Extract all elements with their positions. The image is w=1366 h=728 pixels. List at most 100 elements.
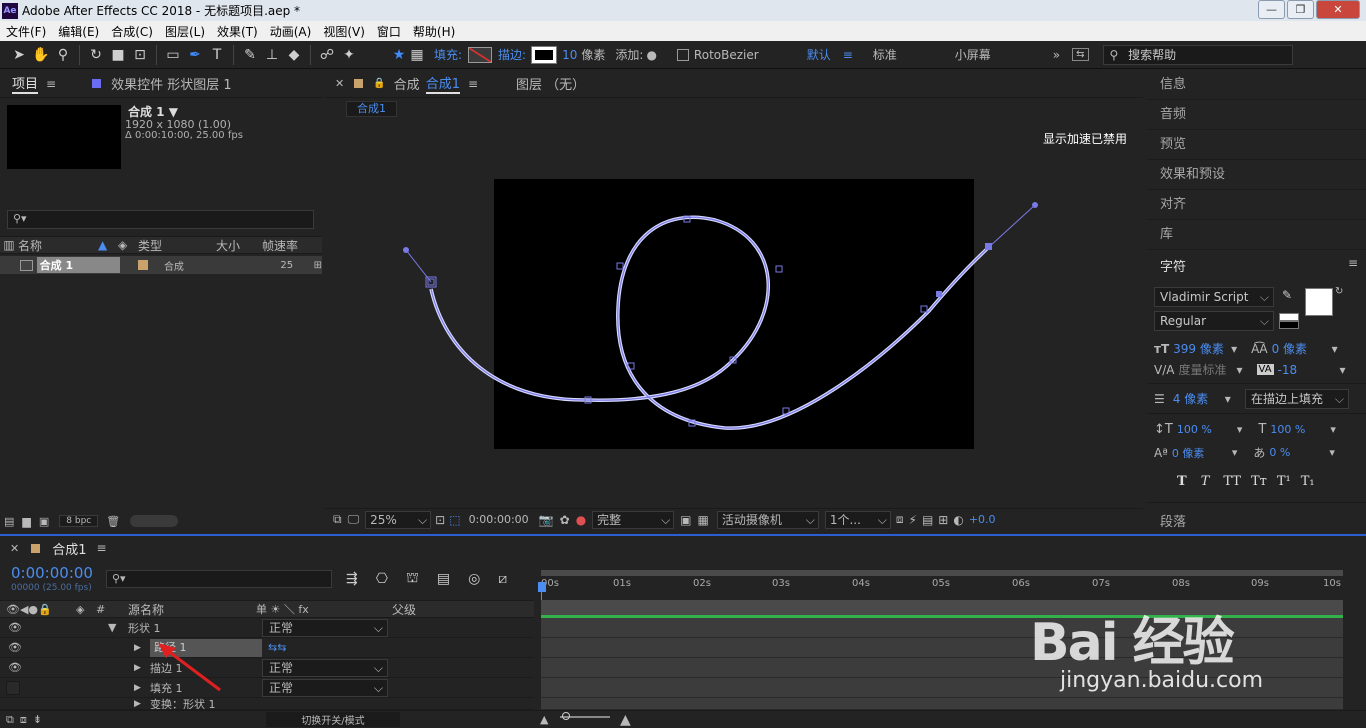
- baseline-shift-value[interactable]: 0 像素: [1172, 445, 1232, 461]
- flowchart-icon[interactable]: ⊞: [938, 513, 948, 527]
- blend-mode-dropdown[interactable]: 正常 ⌵: [262, 678, 388, 697]
- zoom-slider-knob[interactable]: [562, 712, 570, 720]
- exposure-value[interactable]: +0.0: [969, 513, 996, 526]
- stroke-width-value[interactable]: 10: [562, 48, 577, 62]
- fill-swatch[interactable]: [468, 46, 493, 63]
- add-dropdown-icon[interactable]: ●: [646, 48, 656, 62]
- minimize-button[interactable]: —: [1258, 0, 1285, 19]
- workspace-default[interactable]: 默认: [807, 46, 831, 63]
- path-direction-icons[interactable]: ⇆⇆: [268, 641, 286, 654]
- column-source-name[interactable]: 源名称: [128, 601, 256, 618]
- maximize-button[interactable]: ❐: [1287, 0, 1314, 19]
- resolution-dropdown[interactable]: 完整 ⌵: [592, 510, 675, 529]
- font-size-value[interactable]: 399 像素: [1173, 340, 1231, 357]
- viewer-timecode[interactable]: 0:00:00:00: [469, 513, 529, 526]
- stroke-swatch[interactable]: [531, 45, 558, 64]
- paragraph-panel-title[interactable]: 段落: [1147, 502, 1366, 530]
- blend-mode-dropdown[interactable]: 正常 ⌵: [262, 658, 388, 677]
- toggle-pixel-aspect-icon[interactable]: ⧈: [896, 512, 904, 527]
- show-snapshot-icon[interactable]: ✿: [560, 513, 570, 527]
- chevron-down-icon[interactable]: ▾: [1330, 423, 1336, 436]
- shy-layers-icon[interactable]: ⛫: [406, 570, 419, 588]
- playhead-handle[interactable]: [538, 582, 546, 592]
- chevron-down-icon[interactable]: ▾: [1236, 363, 1242, 377]
- layer-row[interactable]: 👁 ▼ 形状 1 正常 ⌵: [0, 618, 534, 638]
- column-size[interactable]: 大小: [216, 237, 262, 254]
- font-family-dropdown[interactable]: Vladimir Script ⌵: [1154, 287, 1274, 307]
- toggle-switches-modes[interactable]: 切换开关/模式: [266, 712, 400, 727]
- label-color-swatch[interactable]: [138, 260, 148, 270]
- stroke-width-value[interactable]: 4 像素: [1173, 390, 1225, 407]
- fast-preview-icon[interactable]: ⚡: [909, 513, 917, 527]
- menu-view[interactable]: 视图(V): [317, 23, 371, 40]
- faux-bold-button[interactable]: T: [1177, 474, 1187, 489]
- camera-dropdown[interactable]: 活动摄像机 ⌵: [716, 510, 819, 529]
- camera-tool-icon[interactable]: ■: [107, 44, 129, 66]
- handle-point[interactable]: [1032, 202, 1038, 208]
- timeline-search-input[interactable]: ⚲▾: [106, 570, 332, 588]
- comp-mini-flowchart-icon[interactable]: ⇶: [346, 571, 358, 587]
- anchor-point[interactable]: [920, 305, 928, 313]
- type-tool-icon[interactable]: T: [206, 44, 228, 66]
- horizontal-scale-value[interactable]: 100 %: [1270, 423, 1330, 436]
- project-item-row[interactable]: 合成 1 合成 25 ⊞: [0, 256, 322, 274]
- menu-edit[interactable]: 编辑(E): [52, 23, 105, 40]
- reset-exposure-icon[interactable]: ◐: [953, 513, 963, 527]
- panel-align[interactable]: 对齐: [1147, 190, 1366, 220]
- twirl-closed-icon[interactable]: ▶: [134, 643, 150, 653]
- puppet-pin-tool-icon[interactable]: ✦: [338, 44, 360, 66]
- layer-row[interactable]: 👁 ▶ 路径 1 ⇆⇆: [0, 638, 534, 658]
- visibility-eye-icon[interactable]: 👁: [8, 621, 108, 634]
- panel-audio[interactable]: 音频: [1147, 100, 1366, 130]
- fill-color-swatch[interactable]: [1305, 288, 1333, 316]
- always-preview-icon[interactable]: ⧉: [333, 512, 342, 527]
- roto-brush-tool-icon[interactable]: ☍: [316, 44, 338, 66]
- panel-effects-presets[interactable]: 效果和预设: [1147, 160, 1366, 190]
- chevron-down-icon[interactable]: ▾: [1332, 342, 1338, 356]
- layer-track[interactable]: [541, 698, 1343, 710]
- frame-blending-icon[interactable]: ▤: [437, 571, 450, 587]
- snapshot-icon[interactable]: 📷: [539, 513, 554, 527]
- graph-editor-icon[interactable]: ⧄: [498, 571, 507, 587]
- tracking-value[interactable]: -18: [1278, 363, 1340, 377]
- draft-3d-icon[interactable]: ⎔: [376, 571, 388, 587]
- timeline-tab[interactable]: 合成1: [52, 539, 86, 558]
- in-out-icon[interactable]: ⇟: [33, 713, 42, 726]
- hand-tool-icon[interactable]: ✋: [30, 44, 52, 66]
- shape-path-overlay[interactable]: [325, 70, 1143, 530]
- layer-row[interactable]: 👁 ▶ 描边 1 正常 ⌵: [0, 658, 534, 678]
- column-fps[interactable]: 帧速率: [262, 237, 298, 254]
- small-caps-button[interactable]: Tᴛ: [1251, 474, 1267, 489]
- zoom-out-icon[interactable]: ▲: [540, 713, 548, 726]
- work-area-bar[interactable]: [541, 570, 1343, 576]
- tsume-value[interactable]: 0 %: [1269, 446, 1329, 459]
- vertical-scale-value[interactable]: 100 %: [1177, 423, 1237, 436]
- no-fill-swatch[interactable]: [1279, 313, 1299, 321]
- faux-italic-button[interactable]: T: [1201, 474, 1210, 489]
- twirl-closed-icon[interactable]: ▶: [134, 699, 150, 709]
- handle-point[interactable]: [403, 247, 409, 253]
- tab-project[interactable]: 项目: [12, 73, 39, 94]
- clone-stamp-tool-icon[interactable]: ⊥: [261, 44, 283, 66]
- rectangle-tool-icon[interactable]: ▭: [162, 44, 184, 66]
- rotate-tool-icon[interactable]: ↻: [85, 44, 107, 66]
- twirl-closed-icon[interactable]: ▶: [134, 683, 150, 693]
- chevron-down-icon[interactable]: ▾: [1231, 342, 1237, 356]
- bpc-label[interactable]: 8 bpc: [59, 515, 99, 527]
- panel-libraries[interactable]: 库: [1147, 220, 1366, 250]
- brush-tool-icon[interactable]: ✎: [239, 44, 261, 66]
- panel-menu-icon[interactable]: ≡: [1348, 256, 1358, 270]
- panel-menu-icon[interactable]: ≡: [46, 77, 56, 91]
- pen-tool-icon[interactable]: ✒: [184, 44, 206, 66]
- panel-preview[interactable]: 预览: [1147, 130, 1366, 160]
- workspace-overflow-icon[interactable]: »: [1053, 48, 1060, 62]
- swap-colors-icon[interactable]: ↻: [1335, 286, 1343, 297]
- menu-file[interactable]: 文件(F): [0, 23, 52, 40]
- motion-blur-icon[interactable]: ◎: [468, 571, 480, 587]
- menu-layer[interactable]: 图层(L): [159, 23, 211, 40]
- time-ruler[interactable]: 00s 01s 02s 03s 04s 05s 06s 07s 08s 09s …: [541, 578, 1343, 598]
- menu-window[interactable]: 窗口: [371, 23, 407, 40]
- chevron-down-icon[interactable]: ▾: [1237, 423, 1243, 436]
- column-parent[interactable]: 父级: [392, 601, 416, 618]
- black-swatch[interactable]: [1279, 321, 1299, 329]
